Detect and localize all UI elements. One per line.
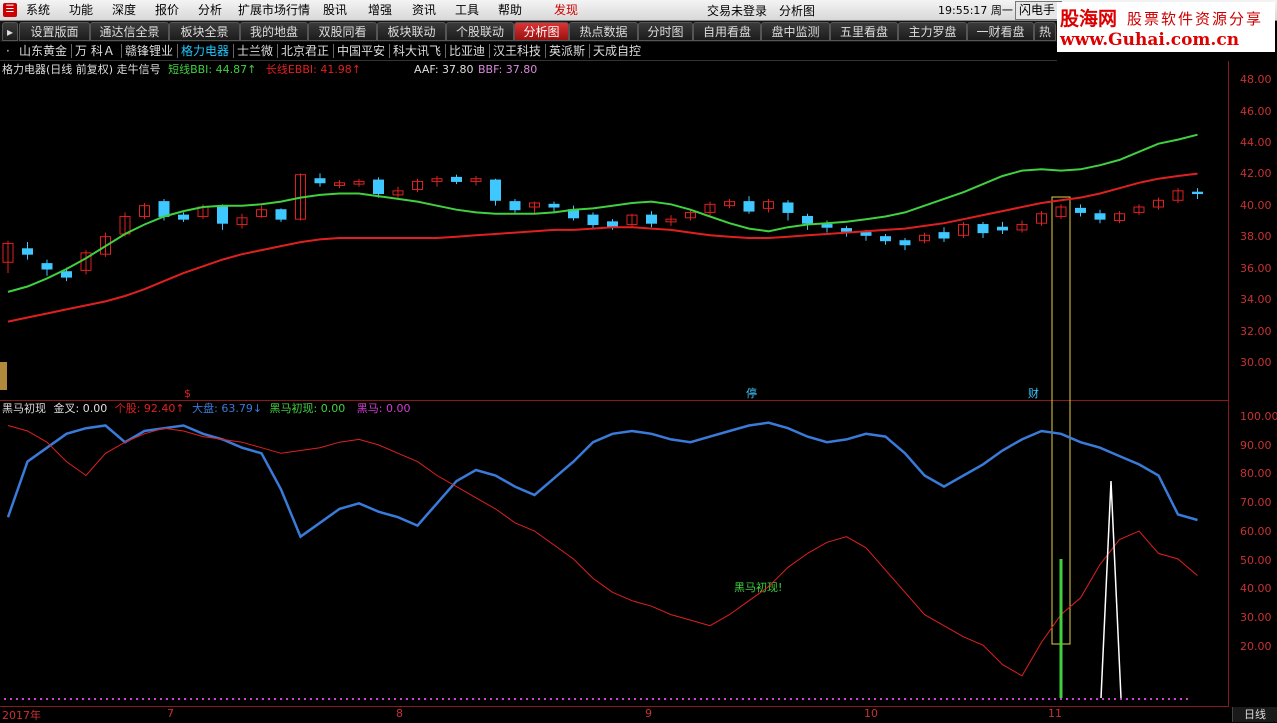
candle-body bbox=[880, 236, 891, 242]
candle-body bbox=[587, 214, 599, 226]
candle-body bbox=[61, 271, 72, 278]
ebbi-line bbox=[7, 172, 1198, 323]
candle-body bbox=[821, 224, 833, 228]
candle-body bbox=[860, 232, 872, 236]
candle-body bbox=[802, 215, 813, 224]
candle-body bbox=[217, 206, 228, 224]
candle-body bbox=[1094, 213, 1106, 220]
candle-body bbox=[1192, 191, 1203, 195]
candle-body bbox=[275, 209, 287, 220]
candle-body bbox=[646, 214, 657, 224]
candle-body bbox=[41, 263, 53, 270]
candle-body bbox=[314, 178, 326, 184]
candle-body bbox=[373, 179, 384, 195]
candle-body bbox=[22, 248, 33, 255]
candle-body bbox=[1075, 207, 1086, 213]
heima-spike bbox=[1100, 481, 1122, 699]
candle-body bbox=[997, 226, 1008, 231]
candle-body bbox=[490, 179, 501, 201]
candle-body bbox=[977, 224, 989, 234]
candle-body bbox=[899, 240, 911, 246]
bbi-line bbox=[7, 133, 1198, 293]
candle-body bbox=[158, 201, 170, 217]
candle-body bbox=[178, 214, 189, 220]
gegu-line bbox=[7, 425, 1198, 677]
candle-body bbox=[548, 203, 560, 208]
candle-body bbox=[509, 201, 521, 211]
candle-body bbox=[451, 176, 462, 182]
candle-body bbox=[938, 232, 950, 239]
candle-body bbox=[841, 228, 852, 232]
chart-canvas bbox=[2, 133, 1203, 700]
candle-body bbox=[782, 202, 794, 213]
dapan-line bbox=[6, 421, 1198, 539]
candle-body bbox=[743, 201, 755, 212]
